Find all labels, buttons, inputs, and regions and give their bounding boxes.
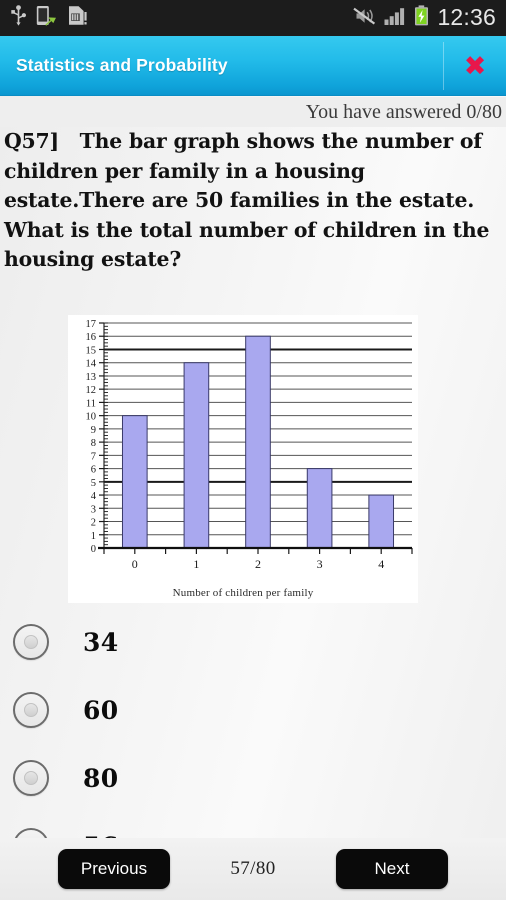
signal-bars-icon bbox=[384, 6, 406, 31]
sd-card-icon bbox=[67, 5, 87, 31]
answer-option-2[interactable]: 80 bbox=[0, 744, 506, 812]
status-bar: 12:36 bbox=[0, 0, 506, 36]
page-title: Statistics and Probability bbox=[16, 55, 228, 75]
question-counter: 57/80 bbox=[230, 858, 276, 879]
answer-option-0[interactable]: 34 bbox=[0, 608, 506, 676]
svg-text:5: 5 bbox=[91, 478, 96, 489]
svg-text:13: 13 bbox=[86, 372, 97, 383]
answer-option-label-0: 34 bbox=[83, 627, 119, 657]
question-text: Q57] The bar graph shows the number of c… bbox=[4, 129, 497, 271]
radio-button-0[interactable] bbox=[13, 624, 49, 660]
svg-text:17: 17 bbox=[86, 319, 97, 330]
svg-text:16: 16 bbox=[86, 332, 97, 343]
svg-text:9: 9 bbox=[91, 425, 96, 436]
answer-option-label-1: 60 bbox=[83, 695, 119, 725]
svg-text:4: 4 bbox=[91, 491, 97, 502]
chart-x-axis-title: Number of children per family bbox=[172, 587, 314, 599]
status-bar-right-icons: 12:36 bbox=[352, 5, 498, 31]
bottom-navigation-bar: Previous 57/80 Next bbox=[0, 838, 506, 900]
svg-text:15: 15 bbox=[86, 345, 97, 356]
svg-text:3: 3 bbox=[91, 504, 96, 515]
bar-chart-image: 0 1 2 3 4 5 6 7 8 9 10 11 12 13 14 15 16 17 0 1 2 3 4 Number o… bbox=[68, 315, 418, 603]
bar-chart-svg: 012345678910111213141516170 1 2 3 4 bbox=[86, 319, 413, 571]
vibrate-off-icon bbox=[352, 6, 376, 31]
svg-text:3: 3 bbox=[317, 557, 323, 571]
svg-text:11: 11 bbox=[86, 398, 96, 409]
status-bar-left-icons bbox=[10, 5, 87, 31]
usb-transfer-icon bbox=[36, 5, 58, 31]
svg-text:8: 8 bbox=[91, 438, 96, 449]
answer-option-1[interactable]: 60 bbox=[0, 676, 506, 744]
svg-text:10: 10 bbox=[86, 412, 97, 423]
svg-text:7: 7 bbox=[91, 451, 96, 462]
svg-text:0: 0 bbox=[91, 544, 96, 555]
svg-text:0: 0 bbox=[132, 557, 138, 571]
close-button[interactable]: ✖ bbox=[444, 36, 506, 96]
app-screen: 12:36 Statistics and Probability ✖ You h… bbox=[0, 0, 506, 900]
close-icon: ✖ bbox=[463, 50, 487, 82]
svg-text:2: 2 bbox=[255, 557, 261, 571]
radio-button-1[interactable] bbox=[13, 692, 49, 728]
svg-text:14: 14 bbox=[86, 359, 97, 370]
answer-option-label-2: 80 bbox=[83, 763, 119, 793]
svg-text:1: 1 bbox=[193, 557, 199, 571]
title-bar: Statistics and Probability ✖ bbox=[0, 36, 506, 96]
radio-dot-icon bbox=[24, 635, 38, 649]
svg-text:4: 4 bbox=[378, 557, 384, 571]
svg-text:12: 12 bbox=[86, 385, 97, 396]
next-button[interactable]: Next bbox=[336, 849, 448, 889]
radio-button-2[interactable] bbox=[13, 760, 49, 796]
svg-text:6: 6 bbox=[91, 465, 96, 476]
radio-dot-icon bbox=[24, 703, 38, 717]
battery-charging-icon bbox=[414, 5, 429, 31]
previous-button[interactable]: Previous bbox=[58, 849, 170, 889]
answered-progress-text: You have answered 0/80 bbox=[0, 97, 506, 127]
svg-text:2: 2 bbox=[91, 518, 96, 529]
usb-icon bbox=[10, 5, 27, 31]
svg-text:1: 1 bbox=[91, 531, 96, 542]
bar-chart-canvas: 0 1 2 3 4 5 6 7 8 9 10 11 12 13 14 15 16 17 0 1 2 3 4 bbox=[68, 315, 418, 603]
status-bar-clock: 12:36 bbox=[437, 3, 496, 30]
radio-dot-icon bbox=[24, 771, 38, 785]
